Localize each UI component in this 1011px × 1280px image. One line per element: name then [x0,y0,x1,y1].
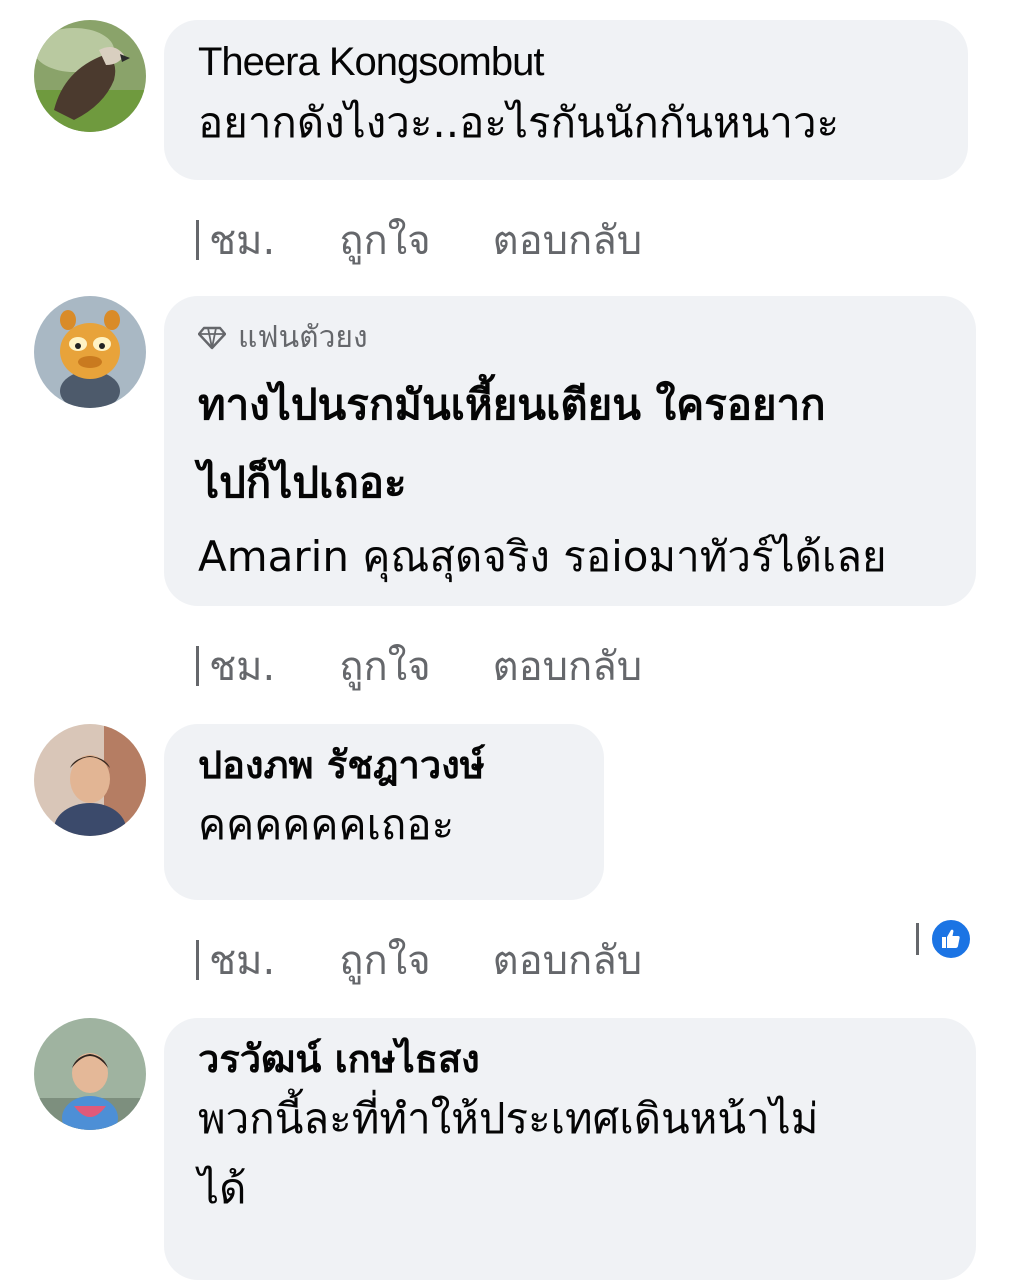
comment-author[interactable]: Theera Kongsombut [198,36,934,88]
avatar[interactable] [34,20,146,132]
comment-bubble: Theera Kongsombut อยากดังไงวะ..อะไรกันนั… [164,20,968,180]
divider [196,220,199,260]
divider [196,940,199,980]
comment-actions: ชม. ถูกใจ ตอบกลับ [196,634,642,698]
comment-time[interactable]: ชม. [209,634,275,698]
avatar[interactable] [34,296,146,408]
comment-bubble: ปองภพ รัชฎาวงษ์ คคคคคคเถอะ [164,724,604,900]
comment-text: ได้ [198,1164,247,1213]
reaction-summary[interactable] [916,917,973,961]
diamond-icon [198,326,226,350]
top-fan-badge: แฟนตัวยง [198,318,942,358]
divider [916,923,919,955]
comment-text: ทางไปนรกมันเหี้ยนเตียน ใครอยาก [198,380,826,429]
comment-bubble: แฟนตัวยง ทางไปนรกมันเหี้ยนเตียน ใครอยาก … [164,296,976,606]
like-button[interactable]: ถูกใจ [339,208,430,272]
comment-text: Amarin คุณสุดจริง รอioมาทัวร์ได้เลย [198,532,887,581]
thumbs-up-icon[interactable] [929,917,973,961]
comment-author[interactable]: วรวัฒน์ เกษไธสง [198,1034,942,1084]
avatar[interactable] [34,724,146,836]
comment-text: อยากดังไงวะ..อะไรกันนักกันหนาวะ [198,98,840,147]
divider [196,646,199,686]
comment-time[interactable]: ชม. [209,208,275,272]
comment-text: พวกนี้ละที่ทำให้ประเทศเดินหน้าไม่ [198,1094,819,1143]
comment-author[interactable]: ปองภพ รัชฎาวงษ์ [198,740,570,790]
badge-label: แฟนตัวยง [238,320,368,355]
avatar[interactable] [34,1018,146,1130]
reply-button[interactable]: ตอบกลับ [493,208,643,272]
comment-text: ไปก็ไปเถอะ [198,458,407,507]
comment-actions: ชม. ถูกใจ ตอบกลับ [196,928,642,992]
comment-bubble: วรวัฒน์ เกษไธสง พวกนี้ละที่ทำให้ประเทศเด… [164,1018,976,1280]
reply-button[interactable]: ตอบกลับ [493,928,643,992]
like-button[interactable]: ถูกใจ [339,928,430,992]
comment-time[interactable]: ชม. [209,928,275,992]
comment-text: คคคคคคเถอะ [198,800,455,849]
comment-actions: ชม. ถูกใจ ตอบกลับ [196,208,642,272]
like-button[interactable]: ถูกใจ [339,634,430,698]
reply-button[interactable]: ตอบกลับ [493,634,643,698]
